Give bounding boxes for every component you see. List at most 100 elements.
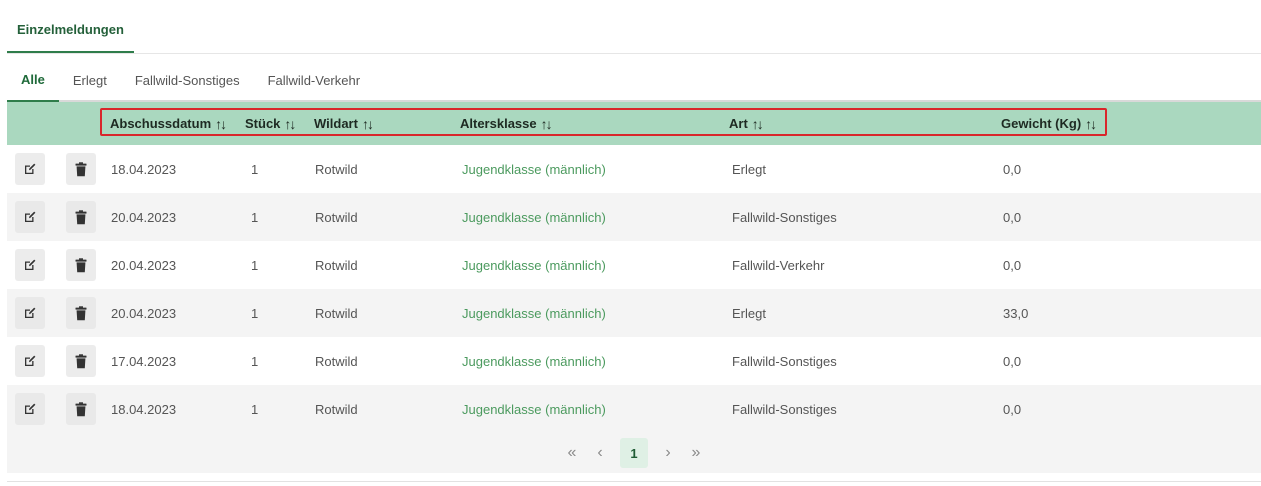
cell-altersklasse[interactable]: Jugendklasse (männlich) <box>462 145 606 193</box>
cell-gewicht: 33,0 <box>1003 305 1029 321</box>
cell-abschussdatum: 20.04.2023 <box>111 209 177 225</box>
table-row: 20.04.2023 1 Rotwild Jugendklasse (männlich… <box>7 289 1261 337</box>
cell-abschussdatum: 20.04.2023 <box>111 305 177 321</box>
edit-button[interactable] <box>15 393 45 425</box>
edit-button[interactable] <box>15 345 45 377</box>
edit-icon <box>23 354 37 368</box>
first-page-button[interactable]: « <box>558 438 586 468</box>
sort-icon: ↑↓ <box>361 115 374 132</box>
edit-button[interactable] <box>15 249 45 281</box>
cell-wildart: Rotwild <box>315 209 358 225</box>
trash-icon <box>75 305 87 321</box>
cell-abschussdatum: 18.04.2023 <box>111 161 177 177</box>
card-header: Einzelmeldungen <box>7 8 1261 54</box>
sort-icon: ↑↓ <box>751 115 764 132</box>
cell-gewicht: 0,0 <box>1003 353 1022 369</box>
delete-button[interactable] <box>66 153 96 185</box>
edit-icon <box>23 210 37 224</box>
col-gewicht-label: Gewicht (Kg) <box>1001 116 1082 131</box>
edit-icon <box>23 306 37 320</box>
cell-wildart: Rotwild <box>315 161 358 177</box>
table-row: 20.04.2023 1 Rotwild Jugendklasse (männlich… <box>7 241 1261 289</box>
cell-altersklasse[interactable]: Jugendklasse (männlich) <box>462 337 606 385</box>
edit-button[interactable] <box>15 153 45 185</box>
table-row: 18.04.2023 1 Rotwild Jugendklasse (männlich… <box>7 385 1261 433</box>
cell-gewicht: 0,0 <box>1003 401 1022 417</box>
col-wildart[interactable]: Wildart ↑↓ <box>314 102 374 145</box>
col-wildart-label: Wildart <box>314 116 358 131</box>
next-page-button[interactable]: › <box>654 438 682 468</box>
delete-button[interactable] <box>66 249 96 281</box>
cell-abschussdatum: 20.04.2023 <box>111 257 177 273</box>
edit-icon <box>23 162 37 176</box>
sort-icon: ↑↓ <box>284 115 296 132</box>
cell-wildart: Rotwild <box>315 257 358 273</box>
sort-icon: ↑↓ <box>215 115 227 132</box>
tab-fallwild-sonstiges[interactable]: Fallwild-Sonstiges <box>121 58 254 102</box>
cell-altersklasse[interactable]: Jugendklasse (männlich) <box>462 241 606 289</box>
cell-gewicht: 0,0 <box>1003 161 1022 177</box>
cell-stueck: 1 <box>251 257 259 273</box>
cell-stueck: 1 <box>251 353 259 369</box>
card-title: Einzelmeldungen <box>7 8 134 53</box>
last-page-button[interactable]: » <box>682 438 710 468</box>
delete-button[interactable] <box>66 345 96 377</box>
col-altersklasse[interactable]: Altersklasse ↑↓ <box>460 102 553 145</box>
cell-altersklasse[interactable]: Jugendklasse (männlich) <box>462 193 606 241</box>
trash-icon <box>75 401 87 417</box>
tab-erlegt[interactable]: Erlegt <box>59 58 121 102</box>
delete-button[interactable] <box>66 393 96 425</box>
cell-art: Fallwild-Sonstiges <box>732 353 837 369</box>
edit-button[interactable] <box>15 297 45 329</box>
tab-alle[interactable]: Alle <box>7 58 59 102</box>
col-stueck-label: Stück <box>245 116 281 131</box>
cell-gewicht: 0,0 <box>1003 209 1022 225</box>
cell-art: Erlegt <box>732 161 766 177</box>
cell-stueck: 1 <box>251 305 259 321</box>
edit-icon <box>23 258 37 272</box>
table-row: 18.04.2023 1 Rotwild Jugendklasse (männlich… <box>7 145 1261 193</box>
cell-art: Erlegt <box>732 305 766 321</box>
cell-gewicht: 0,0 <box>1003 257 1022 273</box>
delete-button[interactable] <box>66 297 96 329</box>
cell-stueck: 1 <box>251 401 259 417</box>
cell-stueck: 1 <box>251 161 259 177</box>
cell-wildart: Rotwild <box>315 305 358 321</box>
einzelmeldungen-card: Einzelmeldungen Alle Erlegt Fallwild-Son… <box>7 8 1261 482</box>
cell-art: Fallwild-Sonstiges <box>732 401 837 417</box>
edit-icon <box>23 402 37 416</box>
cell-art: Fallwild-Sonstiges <box>732 209 837 225</box>
cell-art: Fallwild-Verkehr <box>732 257 825 273</box>
delete-button[interactable] <box>66 201 96 233</box>
sort-icon: ↑↓ <box>1085 115 1097 132</box>
filter-tabs: Alle Erlegt Fallwild-Sonstiges Fallwild-… <box>7 54 1261 102</box>
col-abschussdatum[interactable]: Abschussdatum ↑↓ <box>110 102 227 145</box>
cell-altersklasse[interactable]: Jugendklasse (männlich) <box>462 289 606 337</box>
col-art-label: Art <box>729 116 748 131</box>
trash-icon <box>75 161 87 177</box>
table-row: 17.04.2023 1 Rotwild Jugendklasse (männlich… <box>7 337 1261 385</box>
col-altersklasse-label: Altersklasse <box>460 116 537 131</box>
table-body: 18.04.2023 1 Rotwild Jugendklasse (männlich… <box>7 145 1261 433</box>
pagination: « ‹ 1 › » <box>7 433 1261 473</box>
sort-icon: ↑↓ <box>540 115 553 132</box>
trash-icon <box>75 353 87 369</box>
col-abschussdatum-label: Abschussdatum <box>110 116 212 131</box>
cell-altersklasse[interactable]: Jugendklasse (männlich) <box>462 385 606 433</box>
col-art[interactable]: Art ↑↓ <box>729 102 764 145</box>
col-stueck[interactable]: Stück ↑↓ <box>245 102 296 145</box>
col-gewicht[interactable]: Gewicht (Kg) ↑↓ <box>1001 102 1097 145</box>
edit-button[interactable] <box>15 201 45 233</box>
tab-fallwild-verkehr[interactable]: Fallwild-Verkehr <box>254 58 374 102</box>
page-1-button[interactable]: 1 <box>620 438 648 468</box>
prev-page-button[interactable]: ‹ <box>586 438 614 468</box>
cell-abschussdatum: 17.04.2023 <box>111 353 177 369</box>
cell-stueck: 1 <box>251 209 259 225</box>
trash-icon <box>75 209 87 225</box>
table-header: Abschussdatum ↑↓ Stück ↑↓ Wildart ↑↓ Alt… <box>7 102 1261 145</box>
cell-wildart: Rotwild <box>315 353 358 369</box>
cell-wildart: Rotwild <box>315 401 358 417</box>
table-row: 20.04.2023 1 Rotwild Jugendklasse (männlich… <box>7 193 1261 241</box>
cell-abschussdatum: 18.04.2023 <box>111 401 177 417</box>
trash-icon <box>75 257 87 273</box>
